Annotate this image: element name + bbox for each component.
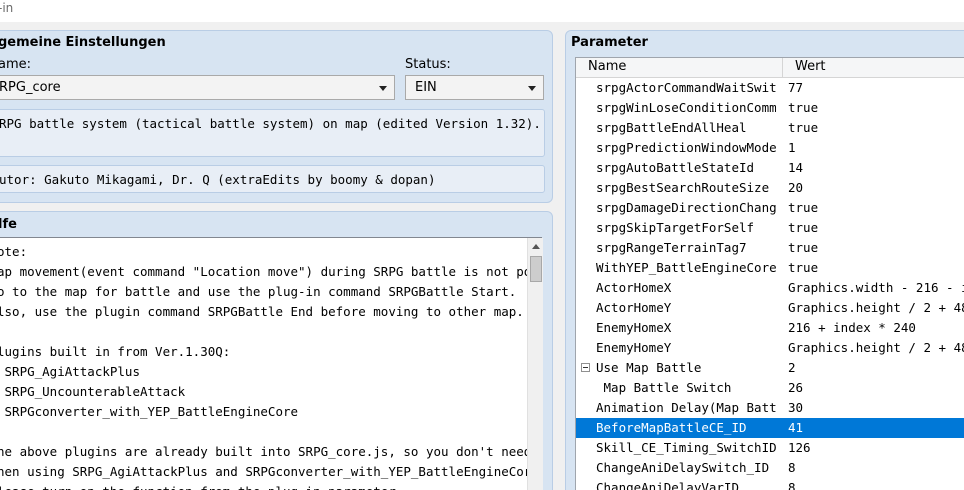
parameter-grid[interactable]: Name Wert srpgActorCommandWaitSwit… 77 srp… <box>575 57 964 490</box>
help-line: hen using SRPG_AgiAttackPlus and SRPGcon… <box>0 464 542 479</box>
parameter-name: srpgBestSearchRouteSize <box>596 180 770 195</box>
parameter-value: 30 <box>788 400 804 415</box>
collapse-toggle-icon[interactable] <box>581 363 590 372</box>
parameter-name: srpgDamageDirectionChange <box>596 200 776 215</box>
help-line: lugins built in from Ver.1.30Q: <box>0 344 231 359</box>
parameter-name: srpgActorCommandWaitSwit… <box>596 80 776 95</box>
parameter-row[interactable]: srpgActorCommandWaitSwit… 77 <box>576 78 964 98</box>
parameter-value: Graphics.width - 216 - ind <box>788 280 964 295</box>
parameter-value: Graphics.height / 2 + 48 <box>788 300 964 315</box>
help-line: SRPG_AgiAttackPlus <box>0 364 140 379</box>
parameter-row[interactable]: srpgDamageDirectionChange true <box>576 198 964 218</box>
help-line: he above plugins are already built into … <box>0 444 542 459</box>
parameter-row[interactable]: srpgAutoBattleStateId 14 <box>576 158 964 178</box>
parameter-value: 20 <box>788 180 804 195</box>
parameter-name: ChangeAniDelayVarID <box>596 480 739 490</box>
parameter-name: Animation Delay(Map Batt… <box>596 400 776 415</box>
parameter-row[interactable]: srpgBattleEndAllHeal true <box>576 118 964 138</box>
parameter-row[interactable]: srpgWinLoseConditionComm… true <box>576 98 964 118</box>
parameter-value: 216 + index * 240 <box>788 320 916 335</box>
help-line: SRPGconverter_with_YEP_BattleEngineCore <box>0 404 299 419</box>
parameter-row[interactable]: ActorHomeY Graphics.height / 2 + 48 <box>576 298 964 318</box>
parameter-value: true <box>788 100 819 115</box>
parameter-row[interactable]: BeforeMapBattleCE_ID 41 <box>576 418 964 438</box>
chevron-down-icon <box>379 86 387 91</box>
name-label: ame: <box>0 57 32 72</box>
parameter-value: 126 <box>788 440 811 455</box>
parameter-value: 41 <box>788 420 804 435</box>
parameter-name: srpgPredictionWindowMode <box>596 140 776 155</box>
parameter-name: srpgAutoBattleStateId <box>596 160 755 175</box>
help-line: SRPG_UncounterableAttack <box>0 384 186 399</box>
description-text: RPG battle system (tactical battle syste… <box>0 116 541 131</box>
parameter-row[interactable]: ChangeAniDelaySwitch_ID 8 <box>576 458 964 478</box>
parameter-value: 26 <box>788 380 804 395</box>
parameter-row[interactable]: srpgPredictionWindowMode 1 <box>576 138 964 158</box>
parameter-row[interactable]: EnemyHomeX 216 + index * 240 <box>576 318 964 338</box>
general-settings-title: gemeine Einstellungen <box>0 35 166 50</box>
parameter-row[interactable]: srpgBestSearchRouteSize 20 <box>576 178 964 198</box>
help-line: lso, use the plugin command SRPGBattle E… <box>0 304 524 319</box>
parameter-row[interactable]: Animation Delay(Map Batt… 30 <box>576 398 964 418</box>
parameter-row[interactable]: ChangeAniDelayVarID 8 <box>576 478 964 490</box>
parameter-name: Use Map Battle <box>596 360 702 375</box>
parameter-name: Map Battle Switch <box>596 380 732 395</box>
plugin-name-value: RPG_core <box>0 80 61 95</box>
chevron-down-icon <box>528 86 536 91</box>
help-line: lease turn on the function from the plug… <box>0 484 403 490</box>
parameter-row[interactable]: srpgSkipTargetForSelf true <box>576 218 964 238</box>
parameter-name: srpgWinLoseConditionComm… <box>596 100 776 115</box>
parameter-value: 8 <box>788 460 796 475</box>
parameter-row[interactable]: WithYEP_BattleEngineCore true <box>576 258 964 278</box>
parameter-row[interactable]: EnemyHomeY Graphics.height / 2 + 48 <box>576 338 964 358</box>
parameter-name: EnemyHomeX <box>596 320 672 335</box>
parameter-name: EnemyHomeY <box>596 340 672 355</box>
parameter-title: Parameter <box>571 35 648 50</box>
help-line: o to the map for battle and use the plug… <box>0 284 517 299</box>
parameter-value: 77 <box>788 80 804 95</box>
scroll-up-icon[interactable] <box>532 244 540 249</box>
parameter-name: WithYEP_BattleEngineCore <box>596 260 776 275</box>
plugin-name-select[interactable]: RPG_core <box>0 75 395 100</box>
window-title: -in <box>0 1 14 15</box>
parameter-name: ActorHomeY <box>596 300 672 315</box>
parameter-value: true <box>788 260 819 275</box>
parameter-name: BeforeMapBattleCE_ID <box>596 420 747 435</box>
status-value: EIN <box>415 80 437 95</box>
column-header-name[interactable]: Name <box>576 58 783 78</box>
parameter-name: srpgSkipTargetForSelf <box>596 220 755 235</box>
help-line: ap movement(event command "Location move… <box>0 264 542 279</box>
status-select[interactable]: EIN <box>405 75 544 100</box>
parameter-value: true <box>788 200 819 215</box>
help-text-area[interactable]: ote: ap movement(event command "Location … <box>0 237 542 490</box>
author-text: utor: Gakuto Mikagami, Dr. Q (extraEdits… <box>0 172 436 187</box>
help-line: ote: <box>0 244 28 259</box>
parameter-name: srpgBattleEndAllHeal <box>596 120 747 135</box>
parameter-row[interactable]: srpgRangeTerrainTag7 true <box>576 238 964 258</box>
parameter-value: true <box>788 240 819 255</box>
parameter-value: Graphics.height / 2 + 48 <box>788 340 964 355</box>
parameter-row[interactable]: Map Battle Switch 26 <box>576 378 964 398</box>
parameter-value: 2 <box>788 360 796 375</box>
parameter-value: 1 <box>788 140 796 155</box>
status-label: Status: <box>405 57 451 72</box>
parameter-value: true <box>788 120 819 135</box>
parameter-name: Skill_CE_Timing_SwitchID <box>596 440 776 455</box>
parameter-name: ActorHomeX <box>596 280 672 295</box>
column-header-value[interactable]: Wert <box>783 58 964 78</box>
help-scrollbar[interactable] <box>527 238 543 490</box>
parameter-name: srpgRangeTerrainTag7 <box>596 240 747 255</box>
author-box: utor: Gakuto Mikagami, Dr. Q (extraEdits… <box>0 165 545 193</box>
help-title: lfe <box>0 217 17 232</box>
parameter-value: 14 <box>788 160 804 175</box>
parameter-value: 8 <box>788 480 796 490</box>
parameter-name: ChangeAniDelaySwitch_ID <box>596 460 770 475</box>
parameter-value: true <box>788 220 819 235</box>
window-titlebar: -in <box>0 0 964 22</box>
parameter-row[interactable]: Use Map Battle 2 <box>576 358 964 378</box>
description-box: RPG battle system (tactical battle syste… <box>0 109 545 157</box>
parameter-row[interactable]: Skill_CE_Timing_SwitchID 126 <box>576 438 964 458</box>
scroll-thumb[interactable] <box>530 256 542 282</box>
parameter-row[interactable]: ActorHomeX Graphics.width - 216 - ind <box>576 278 964 298</box>
